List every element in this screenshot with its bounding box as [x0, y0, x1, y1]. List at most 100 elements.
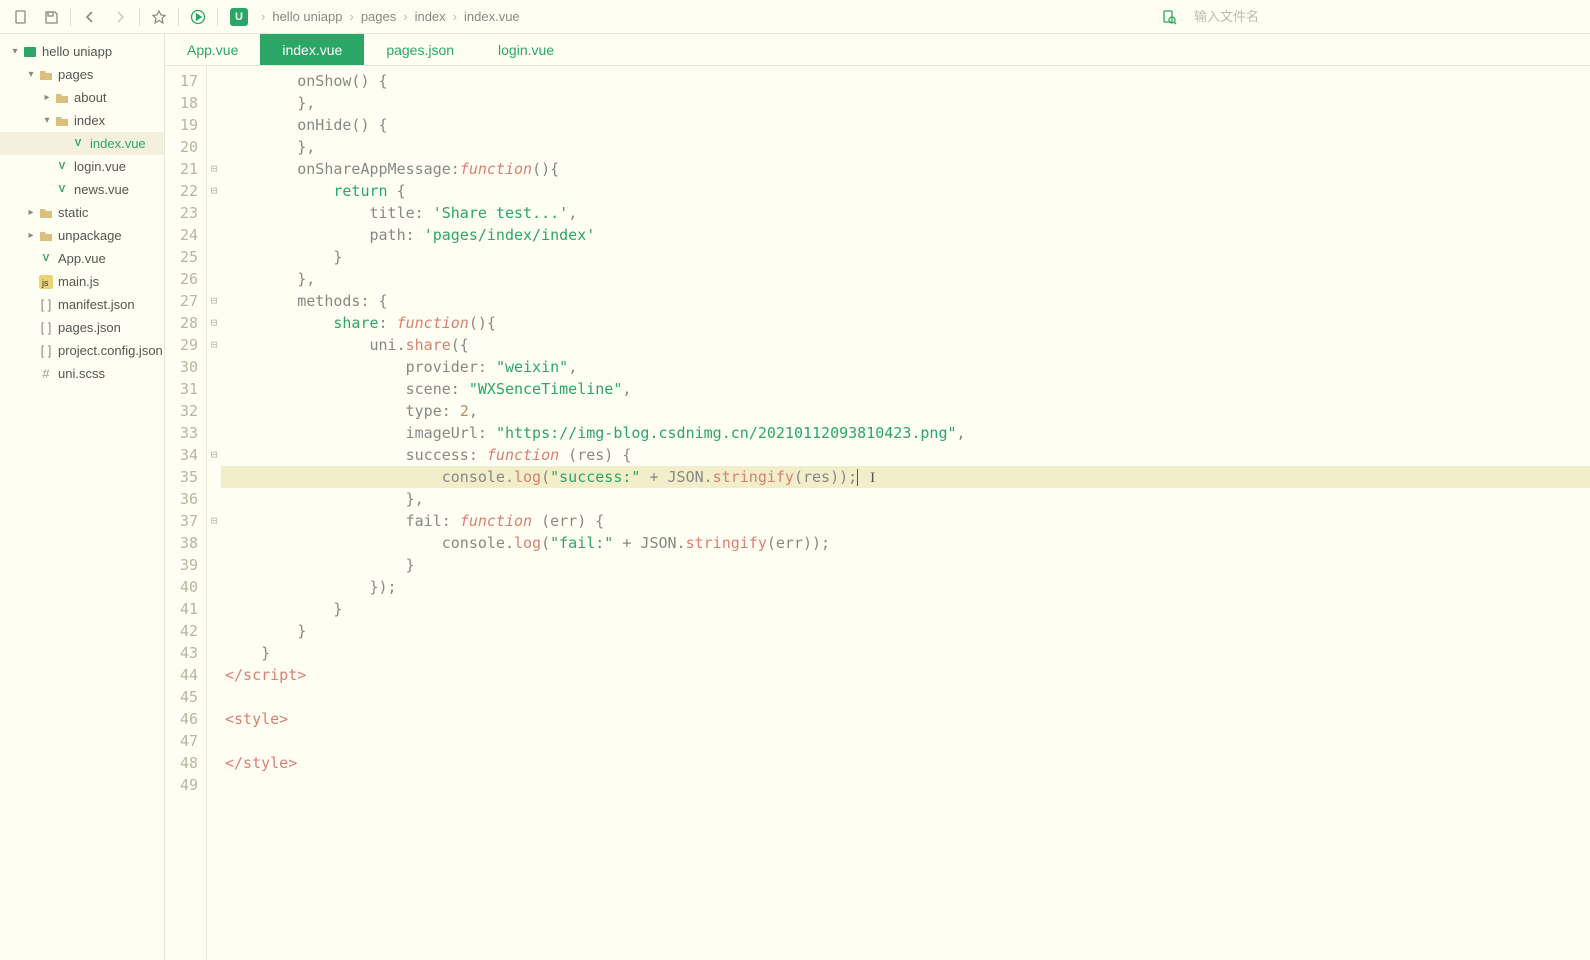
- code-line[interactable]: provider: "weixin",: [221, 356, 1590, 378]
- code-line[interactable]: });: [221, 576, 1590, 598]
- code-line[interactable]: path: 'pages/index/index': [221, 224, 1590, 246]
- code-line[interactable]: },: [221, 488, 1590, 510]
- save-icon[interactable]: [36, 3, 66, 31]
- tree-file[interactable]: VApp.vue: [0, 247, 164, 270]
- breadcrumb-item[interactable]: index.vue: [464, 9, 520, 24]
- line-number: 42: [165, 620, 198, 642]
- code-line[interactable]: onShareAppMessage:function(){: [221, 158, 1590, 180]
- line-number: 45: [165, 686, 198, 708]
- tree-label: pages.json: [58, 320, 121, 335]
- code-line[interactable]: </style>: [221, 752, 1590, 774]
- separator: [217, 8, 218, 26]
- code-line[interactable]: console.log("fail:" + JSON.stringify(err…: [221, 532, 1590, 554]
- code-body[interactable]: onShow() { }, onHide() { }, onShareAppMe…: [221, 66, 1590, 960]
- tree-file[interactable]: Vindex.vue: [0, 132, 164, 155]
- code-line[interactable]: console.log("success:" + JSON.stringify(…: [221, 466, 1590, 488]
- new-file-icon[interactable]: [6, 3, 36, 31]
- code-line[interactable]: }: [221, 620, 1590, 642]
- code-editor[interactable]: 1718192021222324252627282930313233343536…: [165, 66, 1590, 960]
- chevron-right-icon: ›: [261, 9, 265, 24]
- chevron-down-icon[interactable]: ▾: [40, 115, 54, 126]
- fold-toggle-icon[interactable]: ⊟: [207, 334, 221, 356]
- chevron-right-icon[interactable]: ▸: [24, 230, 38, 241]
- tree-file[interactable]: [ ]pages.json: [0, 316, 164, 339]
- tree-file[interactable]: Vlogin.vue: [0, 155, 164, 178]
- code-line[interactable]: onHide() {: [221, 114, 1590, 136]
- breadcrumb-item[interactable]: index: [415, 9, 446, 24]
- code-line[interactable]: methods: {: [221, 290, 1590, 312]
- tree-folder[interactable]: ▾ pages: [0, 63, 164, 86]
- fold-empty: [207, 708, 221, 730]
- tree-folder[interactable]: ▸unpackage: [0, 224, 164, 247]
- editor-tab[interactable]: index.vue: [260, 34, 364, 65]
- editor-tab[interactable]: login.vue: [476, 34, 576, 65]
- tree-file[interactable]: #uni.scss: [0, 362, 164, 385]
- code-line[interactable]: <style>: [221, 708, 1590, 730]
- star-icon[interactable]: [144, 3, 174, 31]
- tree-label: pages: [58, 67, 93, 82]
- code-line[interactable]: [221, 730, 1590, 752]
- tree-label: about: [74, 90, 107, 105]
- code-line[interactable]: [221, 686, 1590, 708]
- tree-folder[interactable]: ▸ about: [0, 86, 164, 109]
- fold-toggle-icon[interactable]: ⊟: [207, 510, 221, 532]
- fold-toggle-icon[interactable]: ⊟: [207, 444, 221, 466]
- tree-file[interactable]: jsmain.js: [0, 270, 164, 293]
- code-line[interactable]: }: [221, 598, 1590, 620]
- code-line[interactable]: title: 'Share test...',: [221, 202, 1590, 224]
- tree-label: uni.scss: [58, 366, 105, 381]
- editor-area: App.vueindex.vuepages.jsonlogin.vue 1718…: [165, 34, 1590, 960]
- code-line[interactable]: }: [221, 246, 1590, 268]
- editor-tab[interactable]: pages.json: [364, 34, 476, 65]
- editor-tab[interactable]: App.vue: [165, 34, 260, 65]
- code-line[interactable]: type: 2,: [221, 400, 1590, 422]
- forward-icon[interactable]: [105, 3, 135, 31]
- back-icon[interactable]: [75, 3, 105, 31]
- fold-empty: [207, 642, 221, 664]
- chevron-right-icon[interactable]: ▸: [40, 92, 54, 103]
- code-line[interactable]: },: [221, 136, 1590, 158]
- line-number: 34: [165, 444, 198, 466]
- line-number: 41: [165, 598, 198, 620]
- fold-empty: [207, 356, 221, 378]
- tree-folder[interactable]: ▾index: [0, 109, 164, 132]
- fold-empty: [207, 664, 221, 686]
- fold-empty: [207, 70, 221, 92]
- chevron-down-icon[interactable]: ▾: [8, 46, 22, 57]
- line-number: 20: [165, 136, 198, 158]
- code-line[interactable]: }: [221, 554, 1590, 576]
- chevron-right-icon[interactable]: ▸: [24, 207, 38, 218]
- editor-tabs: App.vueindex.vuepages.jsonlogin.vue: [165, 34, 1590, 66]
- fold-empty: [207, 224, 221, 246]
- code-line[interactable]: share: function(){: [221, 312, 1590, 334]
- search-input[interactable]: [1194, 9, 1514, 24]
- chevron-right-icon: ›: [453, 9, 457, 24]
- breadcrumb-item[interactable]: hello uniapp: [272, 9, 342, 24]
- code-line[interactable]: uni.share({: [221, 334, 1590, 356]
- code-line[interactable]: return {: [221, 180, 1590, 202]
- tree-folder[interactable]: ▸static: [0, 201, 164, 224]
- search-file-icon[interactable]: [1154, 3, 1184, 31]
- fold-toggle-icon[interactable]: ⊟: [207, 158, 221, 180]
- code-line[interactable]: success: function (res) {: [221, 444, 1590, 466]
- tree-file[interactable]: [ ]project.config.json: [0, 339, 164, 362]
- line-number: 32: [165, 400, 198, 422]
- tree-folder[interactable]: ▾hello uniapp: [0, 40, 164, 63]
- breadcrumb-item[interactable]: pages: [361, 9, 396, 24]
- fold-toggle-icon[interactable]: ⊟: [207, 312, 221, 334]
- code-line[interactable]: fail: function (err) {: [221, 510, 1590, 532]
- chevron-down-icon[interactable]: ▾: [24, 69, 38, 80]
- code-line[interactable]: }: [221, 642, 1590, 664]
- fold-toggle-icon[interactable]: ⊟: [207, 180, 221, 202]
- tree-file[interactable]: [ ]manifest.json: [0, 293, 164, 316]
- tree-file[interactable]: Vnews.vue: [0, 178, 164, 201]
- code-line[interactable]: scene: "WXSenceTimeline",: [221, 378, 1590, 400]
- code-line[interactable]: imageUrl: "https://img-blog.csdnimg.cn/2…: [221, 422, 1590, 444]
- code-line[interactable]: [221, 774, 1590, 796]
- code-line[interactable]: onShow() {: [221, 70, 1590, 92]
- code-line[interactable]: },: [221, 92, 1590, 114]
- code-line[interactable]: </script>: [221, 664, 1590, 686]
- fold-toggle-icon[interactable]: ⊟: [207, 290, 221, 312]
- run-icon[interactable]: [183, 3, 213, 31]
- code-line[interactable]: },: [221, 268, 1590, 290]
